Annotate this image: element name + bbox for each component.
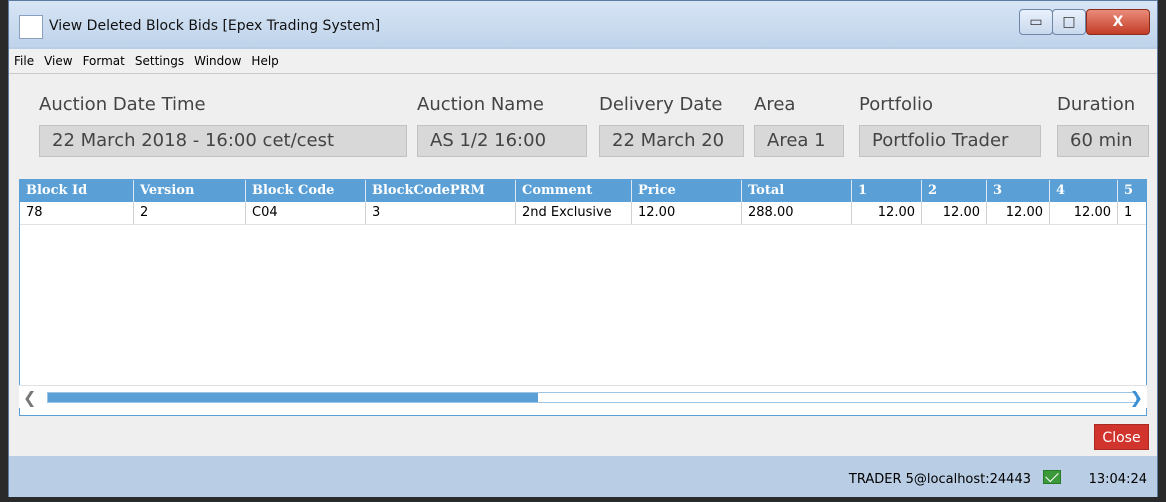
cell-hour-2: 12.00 <box>922 202 987 224</box>
portfolio-field: Portfolio Trader <box>859 125 1041 157</box>
auction-name-label: Auction Name <box>417 94 544 115</box>
cell-block-id: 78 <box>20 202 134 224</box>
window-title: View Deleted Block Bids [Epex Trading Sy… <box>49 18 381 34</box>
menu-help[interactable]: Help <box>246 54 283 68</box>
menu-format[interactable]: Format <box>78 54 130 68</box>
grid-header: Block Id Version Block Code BlockCodePRM… <box>20 180 1146 202</box>
column-header-comment[interactable]: Comment <box>516 180 632 202</box>
cell-block-code: C04 <box>246 202 366 224</box>
scroll-left-arrow-icon[interactable]: ❮ <box>23 388 36 407</box>
menu-window[interactable]: Window <box>189 54 246 68</box>
column-header-hour-4[interactable]: 4 <box>1050 180 1118 202</box>
column-header-total[interactable]: Total <box>742 180 852 202</box>
horizontal-scrollbar[interactable]: ❮ ❯ <box>19 385 1147 408</box>
menu-file[interactable]: File <box>9 54 39 68</box>
column-header-version[interactable]: Version <box>134 180 246 202</box>
status-user: TRADER 5@localhost:24443 <box>848 472 1031 487</box>
delivery-date-field: 22 March 20 <box>599 125 744 157</box>
cell-total: 288.00 <box>742 202 852 224</box>
cell-comment: 2nd Exclusive <box>516 202 632 224</box>
cell-block-code-prm: 3 <box>366 202 516 224</box>
deleted-block-bids-window: View Deleted Block Bids [Epex Trading Sy… <box>8 0 1158 497</box>
window-close-button[interactable]: X <box>1086 9 1150 35</box>
duration-field: 60 min <box>1057 125 1149 157</box>
column-header-hour-5[interactable]: 5 <box>1118 180 1146 202</box>
table-row[interactable]: 78 2 C04 3 2nd Exclusive 12.00 288.00 12… <box>20 202 1146 225</box>
auction-date-time-label: Auction Date Time <box>39 94 206 115</box>
auction-name-field: AS 1/2 16:00 <box>417 125 587 157</box>
area-label: Area <box>754 94 796 115</box>
column-header-block-code-prm[interactable]: BlockCodePRM <box>366 180 516 202</box>
portfolio-label: Portfolio <box>859 94 934 115</box>
minimize-icon: ▭ <box>1029 14 1043 30</box>
column-header-price[interactable]: Price <box>632 180 742 202</box>
close-icon: X <box>1112 14 1124 30</box>
auction-date-time-field: 22 March 2018 - 16:00 cet/cest <box>39 125 407 157</box>
mail-icon <box>1043 470 1061 484</box>
duration-label: Duration <box>1057 94 1136 115</box>
maximize-icon: □ <box>1062 14 1076 30</box>
cell-version: 2 <box>134 202 246 224</box>
app-icon <box>19 15 43 39</box>
close-button[interactable]: Close <box>1094 424 1149 450</box>
minimize-button[interactable]: ▭ <box>1019 9 1053 35</box>
content-area: Auction Date Time 22 March 2018 - 16:00 … <box>9 74 1157 456</box>
column-header-block-code[interactable]: Block Code <box>246 180 366 202</box>
column-header-hour-3[interactable]: 3 <box>987 180 1050 202</box>
title-bar[interactable]: View Deleted Block Bids [Epex Trading Sy… <box>9 1 1157 47</box>
column-header-hour-1[interactable]: 1 <box>852 180 922 202</box>
status-time: 13:04:24 <box>1088 472 1147 487</box>
deleted-bids-grid: Block Id Version Block Code BlockCodePRM… <box>19 179 1147 416</box>
cell-price: 12.00 <box>632 202 742 224</box>
delivery-date-label: Delivery Date <box>599 94 723 115</box>
scroll-track[interactable] <box>47 392 1137 403</box>
area-field: Area 1 <box>754 125 844 157</box>
menu-settings[interactable]: Settings <box>130 54 189 68</box>
scroll-right-arrow-icon[interactable]: ❯ <box>1130 388 1143 407</box>
cell-hour-4: 12.00 <box>1050 202 1118 224</box>
menu-view[interactable]: View <box>39 54 77 68</box>
column-header-block-id[interactable]: Block Id <box>20 180 134 202</box>
status-bar: TRADER 5@localhost:24443 13:04:24 <box>9 459 1157 497</box>
scroll-thumb[interactable] <box>48 393 538 402</box>
menu-bar: File View Format Settings Window Help <box>9 49 1157 74</box>
column-header-hour-2[interactable]: 2 <box>922 180 987 202</box>
cell-hour-3: 12.00 <box>987 202 1050 224</box>
cell-hour-1: 12.00 <box>852 202 922 224</box>
cell-hour-5: 1 <box>1118 202 1146 224</box>
maximize-button[interactable]: □ <box>1052 9 1086 35</box>
